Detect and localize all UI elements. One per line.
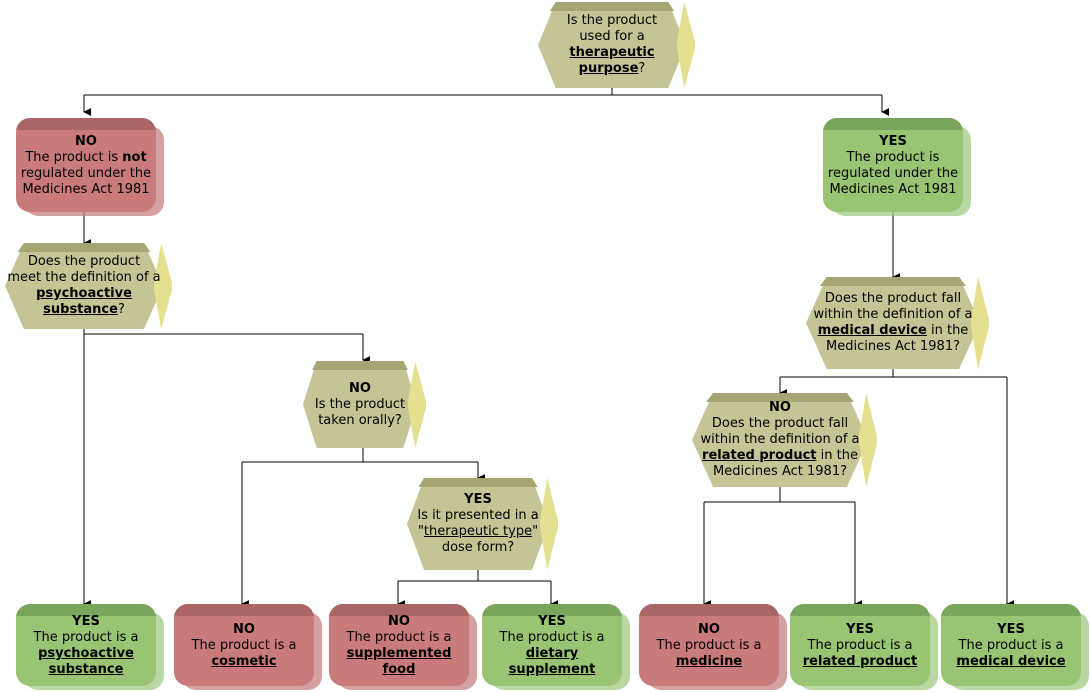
decision-medical-device-label: Does the product fall within the definiti… (813, 291, 973, 354)
terminal-yes-regulated[interactable]: YES The product is regulated under the Medi… (823, 118, 971, 216)
terminal-dietary-supplement[interactable]: YES The product is a dietary supplement (482, 604, 630, 690)
decision-medical-device[interactable]: Does the product fall within the definiti… (806, 277, 989, 369)
terminal-psychoactive-substance-label: YES The product is a psychoactive substance (33, 614, 139, 677)
terminal-psychoactive-substance[interactable]: YES The product is a psychoactive substance (16, 604, 164, 690)
terminal-related-product-label: YES The product is a related product (802, 622, 918, 669)
terminal-medical-device-label: YES The product is a medical device (956, 622, 1066, 669)
terminal-medical-device[interactable]: YES The product is a medical device (941, 604, 1089, 690)
terminal-supplemented-food-label: NO The product is a supplemented food (346, 614, 452, 677)
decision-therapeutic-purpose[interactable]: Is the product used for a therapeutic purpo… (538, 2, 695, 88)
decision-taken-orally-label: NO Is the product taken orally? (314, 380, 406, 428)
decision-therapeutic-purpose-label: Is the product used for a therapeutic purpo… (566, 13, 658, 76)
terminal-medicine-label: NO The product is a medicine (656, 622, 762, 669)
terminal-supplemented-food[interactable]: NO The product is a supplemented food (329, 604, 477, 690)
terminal-cosmetic[interactable]: NO The product is a cosmetic (174, 604, 322, 690)
terminal-cosmetic-label: NO The product is a cosmetic (191, 622, 297, 669)
terminal-related-product[interactable]: YES The product is a related product (790, 604, 938, 690)
decision-dose-form[interactable]: YES Is it presented in a "therapeutic type… (407, 478, 558, 570)
decision-taken-orally[interactable]: NO Is the product taken orally? (303, 361, 426, 448)
terminal-yes-regulated-label: YES The product is regulated under the Medi… (827, 134, 959, 197)
decision-dose-form-label: YES Is it presented in a "therapeutic type… (417, 492, 539, 555)
terminal-no-not-regulated-label: NO The product is not regulated under the M… (20, 134, 152, 197)
decision-related-product[interactable]: NO Does the product fall within the defini… (692, 393, 877, 487)
decision-psychoactive-substance-label: Does the product meet the definition of a… (7, 254, 161, 317)
terminal-medicine[interactable]: NO The product is a medicine (639, 604, 787, 690)
decision-psychoactive-substance[interactable]: Does the product meet the definition of a… (5, 243, 172, 329)
decision-related-product-label: NO Does the product fall within the defini… (700, 400, 860, 479)
terminal-dietary-supplement-label: YES The product is a dietary supplement (499, 614, 605, 677)
terminal-no-not-regulated[interactable]: NO The product is not regulated under the M… (16, 118, 164, 216)
